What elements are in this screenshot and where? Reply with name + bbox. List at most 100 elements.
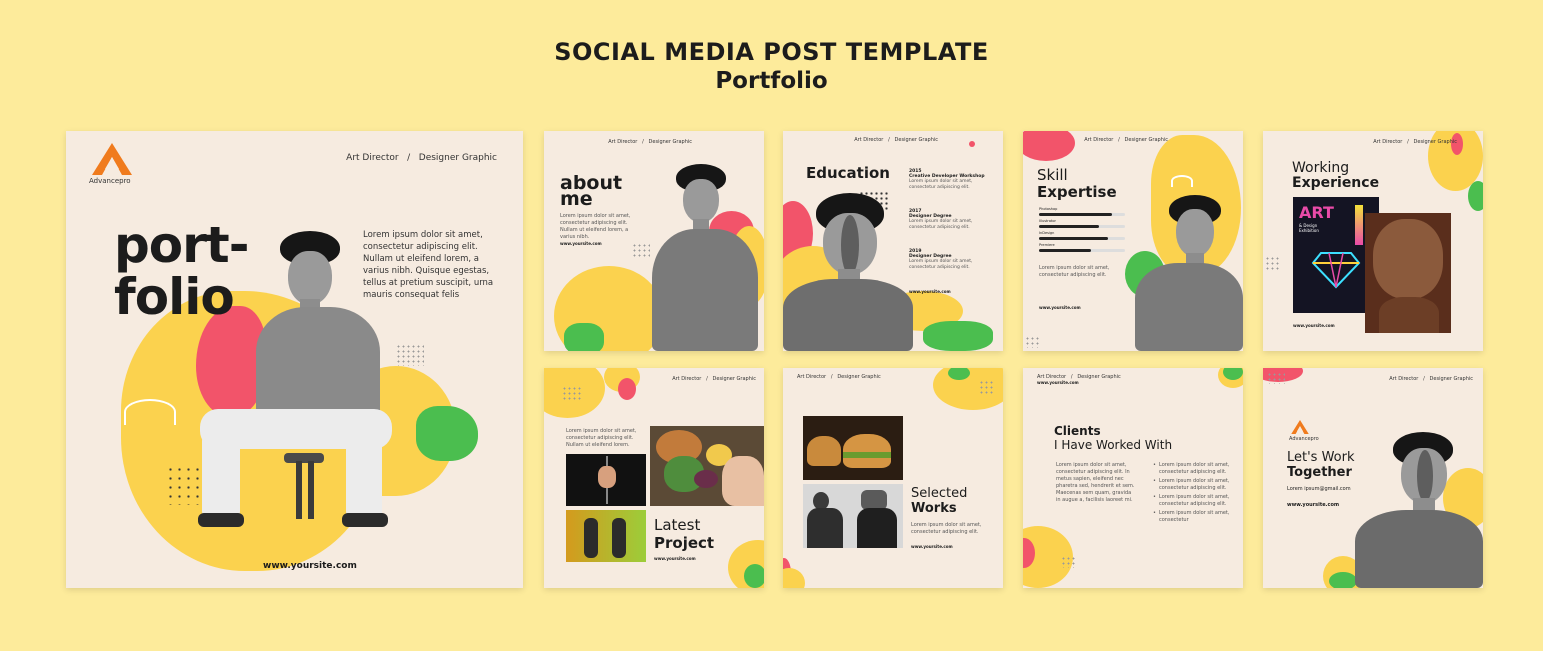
skill-row: Illustrator	[1039, 219, 1127, 231]
site-url[interactable]: www.yoursite.com	[1293, 323, 1335, 328]
skill-name: InDesign	[1039, 231, 1055, 235]
skill-bar	[1039, 249, 1091, 252]
clients-bullet-list: • Lorem ipsum dolor sit amet, consectetur…	[1153, 462, 1235, 526]
works-post[interactable]: Art Director / Designer Graphic Selected…	[783, 368, 1003, 588]
skill-row: Premiere	[1039, 243, 1127, 255]
title-line: Project	[654, 534, 715, 552]
dot-grid	[1061, 556, 1075, 568]
project-description: Lorem ipsum dolor sit amet, consectetur …	[566, 428, 637, 448]
site-url[interactable]: www.yoursite.com	[909, 289, 999, 294]
green-blob	[564, 323, 604, 351]
pole-dance-photo	[566, 454, 646, 506]
skills-post[interactable]: Art Director / Designer Graphic Skill Ex…	[1023, 131, 1243, 351]
burger-photo	[803, 416, 903, 480]
skills-title: Skill Expertise	[1037, 167, 1117, 201]
skill-bars: Photoshop Illustrator InDesign Premiere	[1039, 207, 1127, 255]
skill-name: Illustrator	[1039, 219, 1056, 223]
green-blob	[744, 564, 764, 588]
site-url[interactable]: www.yoursite.com	[263, 561, 357, 571]
advancepro-logo-icon	[92, 143, 132, 175]
red-blob	[618, 378, 636, 400]
about-title: about me	[560, 174, 622, 209]
education-title: Education	[806, 164, 890, 182]
education-post[interactable]: Art Director / Designer Graphic Educatio…	[783, 131, 1003, 351]
roles-label: Art Director / Designer Graphic	[1373, 139, 1457, 145]
green-blob	[1329, 572, 1357, 588]
clients-description: Lorem ipsum dolor sit amet, consectetur …	[1056, 462, 1135, 503]
roles-label: Art Director / Designer Graphic	[672, 376, 756, 382]
roles-label: Art Director / Designer Graphic	[346, 153, 497, 163]
skill-bar	[1039, 237, 1108, 240]
roles-label: Art Director / Designer Graphic	[1389, 376, 1473, 382]
model-photo	[1131, 193, 1243, 351]
site-url[interactable]: www.yoursite.com	[654, 556, 696, 561]
dot-grid	[1265, 256, 1279, 270]
project-title: Latest Project	[654, 516, 714, 552]
model-photo	[1355, 428, 1483, 588]
title-line: Expertise	[1037, 183, 1117, 201]
client-bullet: • Lorem ipsum dolor sit amet, consectetur…	[1153, 494, 1230, 507]
woman-photo	[1365, 213, 1451, 333]
arc-decoration	[124, 399, 176, 425]
clients-title: Clients I Have Worked With	[1054, 424, 1172, 452]
works-description: Lorem ipsum dolor sit amet, consectetur …	[911, 522, 982, 535]
model-photo	[196, 231, 396, 531]
red-dot	[969, 141, 975, 147]
education-list: 2015 Creative Developer Workshop Lorem i…	[909, 169, 999, 294]
client-bullet: • Lorem ipsum dolor sit amet, consectetur	[1153, 510, 1230, 523]
dot-grid	[562, 386, 582, 400]
arc-decoration	[1171, 175, 1193, 187]
education-entry: 2015 Creative Developer Workshop Lorem i…	[909, 169, 999, 209]
site-url[interactable]: www.yoursite.com	[911, 544, 953, 549]
advancepro-logo-icon	[1291, 420, 1309, 434]
dot-grid	[1267, 372, 1285, 384]
entry-text: Lorem ipsum dolor sit amet, consectetur …	[909, 219, 973, 230]
works-title: Selected Works	[911, 486, 967, 516]
page-subtitle: Portfolio	[715, 68, 828, 94]
photographer-photo	[803, 484, 903, 548]
project-post[interactable]: Art Director / Designer Graphic Lorem ip…	[544, 368, 764, 588]
title-line: Experience	[1292, 175, 1380, 191]
title-line: Selected	[911, 486, 968, 501]
cover-post[interactable]: Advancepro Art Director / Designer Graph…	[66, 131, 523, 588]
skill-row: Photoshop	[1039, 207, 1127, 219]
title-line: Let's Work	[1287, 450, 1355, 465]
diamond-icon	[1311, 252, 1361, 289]
dot-grid	[1025, 336, 1041, 348]
title-line: Working	[1292, 160, 1350, 176]
education-entry: 2019 Designer Degree Lorem ipsum dolor s…	[909, 249, 999, 289]
site-url[interactable]: www.yoursite.com	[1039, 305, 1081, 310]
together-post[interactable]: Art Director / Designer Graphic Advancep…	[1263, 368, 1483, 588]
red-blob	[1023, 131, 1075, 161]
brand-name: Advancepro	[89, 177, 131, 185]
skill-name: Premiere	[1039, 243, 1055, 247]
roles-label: Art Director / Designer Graphic	[797, 374, 881, 380]
site-url[interactable]: www.yoursite.com	[560, 241, 602, 246]
client-bullet: • Lorem ipsum dolor sit amet, consectetur…	[1153, 478, 1230, 491]
dot-grid	[979, 380, 995, 394]
skill-name: Photoshop	[1039, 207, 1058, 211]
experience-title: Working Experience	[1292, 161, 1379, 191]
title-line: Together	[1287, 465, 1352, 480]
entry-text: Lorem ipsum dolor sit amet, consectetur …	[909, 259, 973, 270]
site-url[interactable]: www.yoursite.com	[1287, 502, 1339, 508]
experience-post[interactable]: Art Director / Designer Graphic Working …	[1263, 131, 1483, 351]
food-photo	[650, 426, 764, 506]
title-line: Works	[911, 501, 957, 516]
brand-name: Advancepro	[1289, 436, 1319, 442]
clients-post[interactable]: Art Director / Designer Graphic www.your…	[1023, 368, 1243, 588]
client-bullet: • Lorem ipsum dolor sit amet, consectetur…	[1153, 462, 1230, 475]
about-description: Lorem ipsum dolor sit amet, consectetur …	[560, 213, 631, 240]
contact-email[interactable]: Lorem ipsum@gmail.com	[1287, 486, 1351, 492]
roles-label: Art Director / Designer Graphic	[608, 139, 692, 145]
dancers-photo	[566, 510, 646, 562]
site-url[interactable]: www.yoursite.com	[1037, 380, 1079, 385]
poster-subtitle: & Design Exhibition	[1299, 223, 1319, 233]
green-blob	[1468, 181, 1483, 211]
about-post[interactable]: Art Director / Designer Graphic about me…	[544, 131, 764, 351]
title-line: Latest	[654, 516, 701, 534]
model-photo	[783, 193, 913, 351]
title-line: I Have Worked With	[1054, 438, 1173, 452]
dot-grid	[396, 344, 424, 366]
skill-bar	[1039, 213, 1113, 216]
